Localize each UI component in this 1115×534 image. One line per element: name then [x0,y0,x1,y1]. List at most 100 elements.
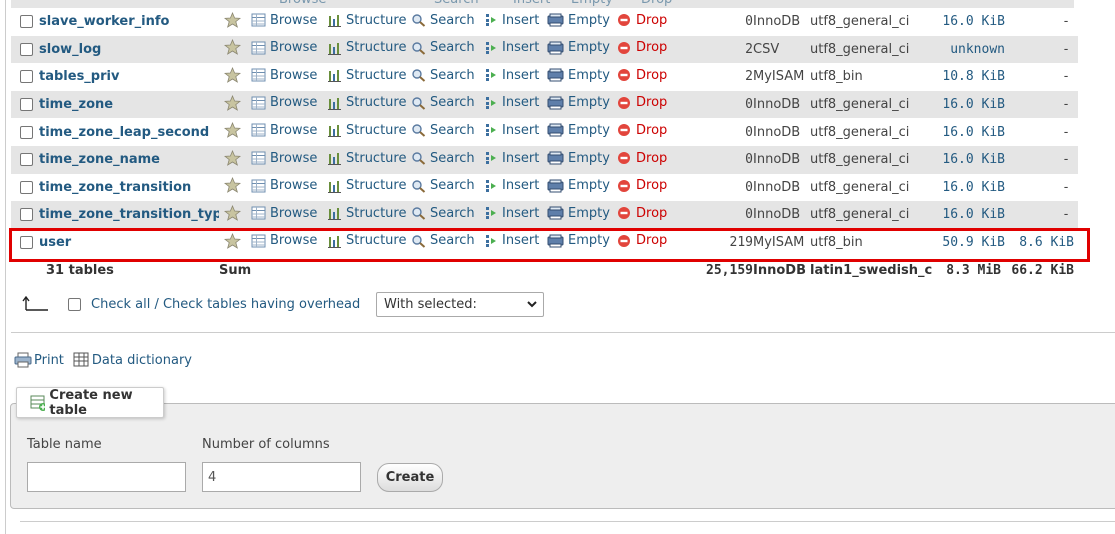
structure-link[interactable]: Structure [327,178,406,193]
row-checkbox[interactable] [20,208,33,222]
empty-link[interactable]: Empty [547,95,610,110]
structure-link[interactable]: Structure [327,233,406,248]
browse-link[interactable]: Browse [251,123,317,138]
browse-link[interactable]: Browse [251,68,317,83]
table-name-input[interactable] [27,462,186,492]
insert-link[interactable]: Insert [483,233,539,248]
empty-link[interactable]: Empty [547,206,610,221]
table-name-link[interactable]: time_zone [39,90,219,119]
drop-link[interactable]: Drop [617,178,667,193]
row-checkbox[interactable] [20,15,33,29]
row-checkbox[interactable] [20,236,33,250]
table-size[interactable]: 16.0 KiB [933,145,1005,174]
favorite-star-icon[interactable] [219,232,241,249]
drop-link[interactable]: Drop [617,13,667,28]
empty-link[interactable]: Empty [547,40,610,55]
search-link[interactable]: Search [411,95,475,110]
table-name-link[interactable]: time_zone_leap_second [39,118,219,146]
row-checkbox[interactable] [20,125,33,139]
check-all-checkbox[interactable] [68,298,81,311]
data-dictionary-link[interactable]: Data dictionary [73,352,192,368]
table-size[interactable]: unknown [933,35,1005,64]
search-link[interactable]: Search [411,68,475,83]
empty-link[interactable]: Empty [547,151,610,166]
table-size[interactable]: 16.0 KiB [933,118,1005,146]
table-size[interactable]: 16.0 KiB [933,173,1005,202]
insert-link[interactable]: Insert [483,40,539,55]
structure-link[interactable]: Structure [327,13,406,28]
with-selected-dropdown[interactable]: With selected: [376,292,544,317]
row-checkbox[interactable] [20,98,33,112]
browse-link[interactable]: Browse [251,178,317,193]
favorite-star-icon[interactable] [219,204,241,221]
drop-link[interactable]: Drop [617,123,667,138]
table-size[interactable]: 16.0 KiB [933,8,1005,36]
insert-link[interactable]: Insert [483,68,539,83]
drop-link[interactable]: Drop [617,206,667,221]
table-size[interactable]: 10.8 KiB [933,63,1005,91]
search-link[interactable]: Search [411,13,475,28]
row-checkbox[interactable] [20,70,33,84]
structure-link[interactable]: Structure [327,151,406,166]
favorite-star-icon[interactable] [219,94,241,111]
favorite-star-icon[interactable] [219,177,241,194]
structure-link[interactable]: Structure [327,123,406,138]
favorite-star-icon[interactable] [219,11,241,28]
favorite-star-icon[interactable] [219,122,241,139]
empty-link[interactable]: Empty [547,123,610,138]
insert-link[interactable]: Insert [483,178,539,193]
browse-link[interactable]: Browse [251,40,317,55]
structure-link[interactable]: Structure [327,68,406,83]
search-link[interactable]: Search [411,40,475,55]
insert-link[interactable]: Insert [483,123,539,138]
drop-link[interactable]: Drop [617,40,667,55]
table-name-link[interactable]: time_zone_transition_type [39,201,219,229]
structure-link[interactable]: Structure [327,40,406,55]
browse-link[interactable]: Browse [251,206,317,221]
insert-link[interactable]: Insert [483,206,539,221]
table-name-link[interactable]: time_zone_name [39,145,219,174]
table-size[interactable]: 16.0 KiB [933,90,1005,119]
check-all-link[interactable]: Check all / Check tables having overhead [91,297,360,312]
search-link[interactable]: Search [411,123,475,138]
insert-link[interactable]: Insert [483,13,539,28]
favorite-star-icon[interactable] [219,149,241,166]
table-name-link[interactable]: user [39,228,219,257]
overhead[interactable]: 8.6 KiB [1005,228,1078,257]
structure-link[interactable]: Structure [327,95,406,110]
browse-link[interactable]: Browse [251,151,317,166]
favorite-star-icon[interactable] [219,66,241,83]
create-new-table-tab[interactable]: Create new table [16,387,164,418]
table-name-link[interactable]: tables_priv [39,63,219,91]
row-checkbox[interactable] [20,180,33,194]
search-link[interactable]: Search [411,151,475,166]
table-name-link[interactable]: slow_log [39,35,219,64]
table-name-link[interactable]: slave_worker_info [39,8,219,36]
table-name-link[interactable]: time_zone_transition [39,173,219,202]
insert-link[interactable]: Insert [483,95,539,110]
browse-link[interactable]: Browse [251,95,317,110]
number-of-columns-input[interactable]: 4 [202,462,361,492]
browse-link[interactable]: Browse [251,13,317,28]
print-link[interactable]: Print [14,352,64,368]
row-checkbox[interactable] [20,153,33,167]
table-size[interactable]: 50.9 KiB [933,228,1005,257]
drop-link[interactable]: Drop [617,95,667,110]
browse-link[interactable]: Browse [251,233,317,248]
empty-link[interactable]: Empty [547,68,610,83]
insert-link[interactable]: Insert [483,151,539,166]
search-link[interactable]: Search [411,178,475,193]
table-size[interactable]: 16.0 KiB [933,201,1005,229]
row-checkbox[interactable] [20,42,33,56]
search-link[interactable]: Search [411,206,475,221]
drop-link[interactable]: Drop [617,151,667,166]
drop-link[interactable]: Drop [617,68,667,83]
search-link[interactable]: Search [411,233,475,248]
structure-link[interactable]: Structure [327,206,406,221]
empty-link[interactable]: Empty [547,178,610,193]
empty-link[interactable]: Empty [547,13,610,28]
favorite-star-icon[interactable] [219,39,241,56]
drop-link[interactable]: Drop [617,233,667,248]
create-button[interactable]: Create [377,463,443,492]
empty-link[interactable]: Empty [547,233,610,248]
